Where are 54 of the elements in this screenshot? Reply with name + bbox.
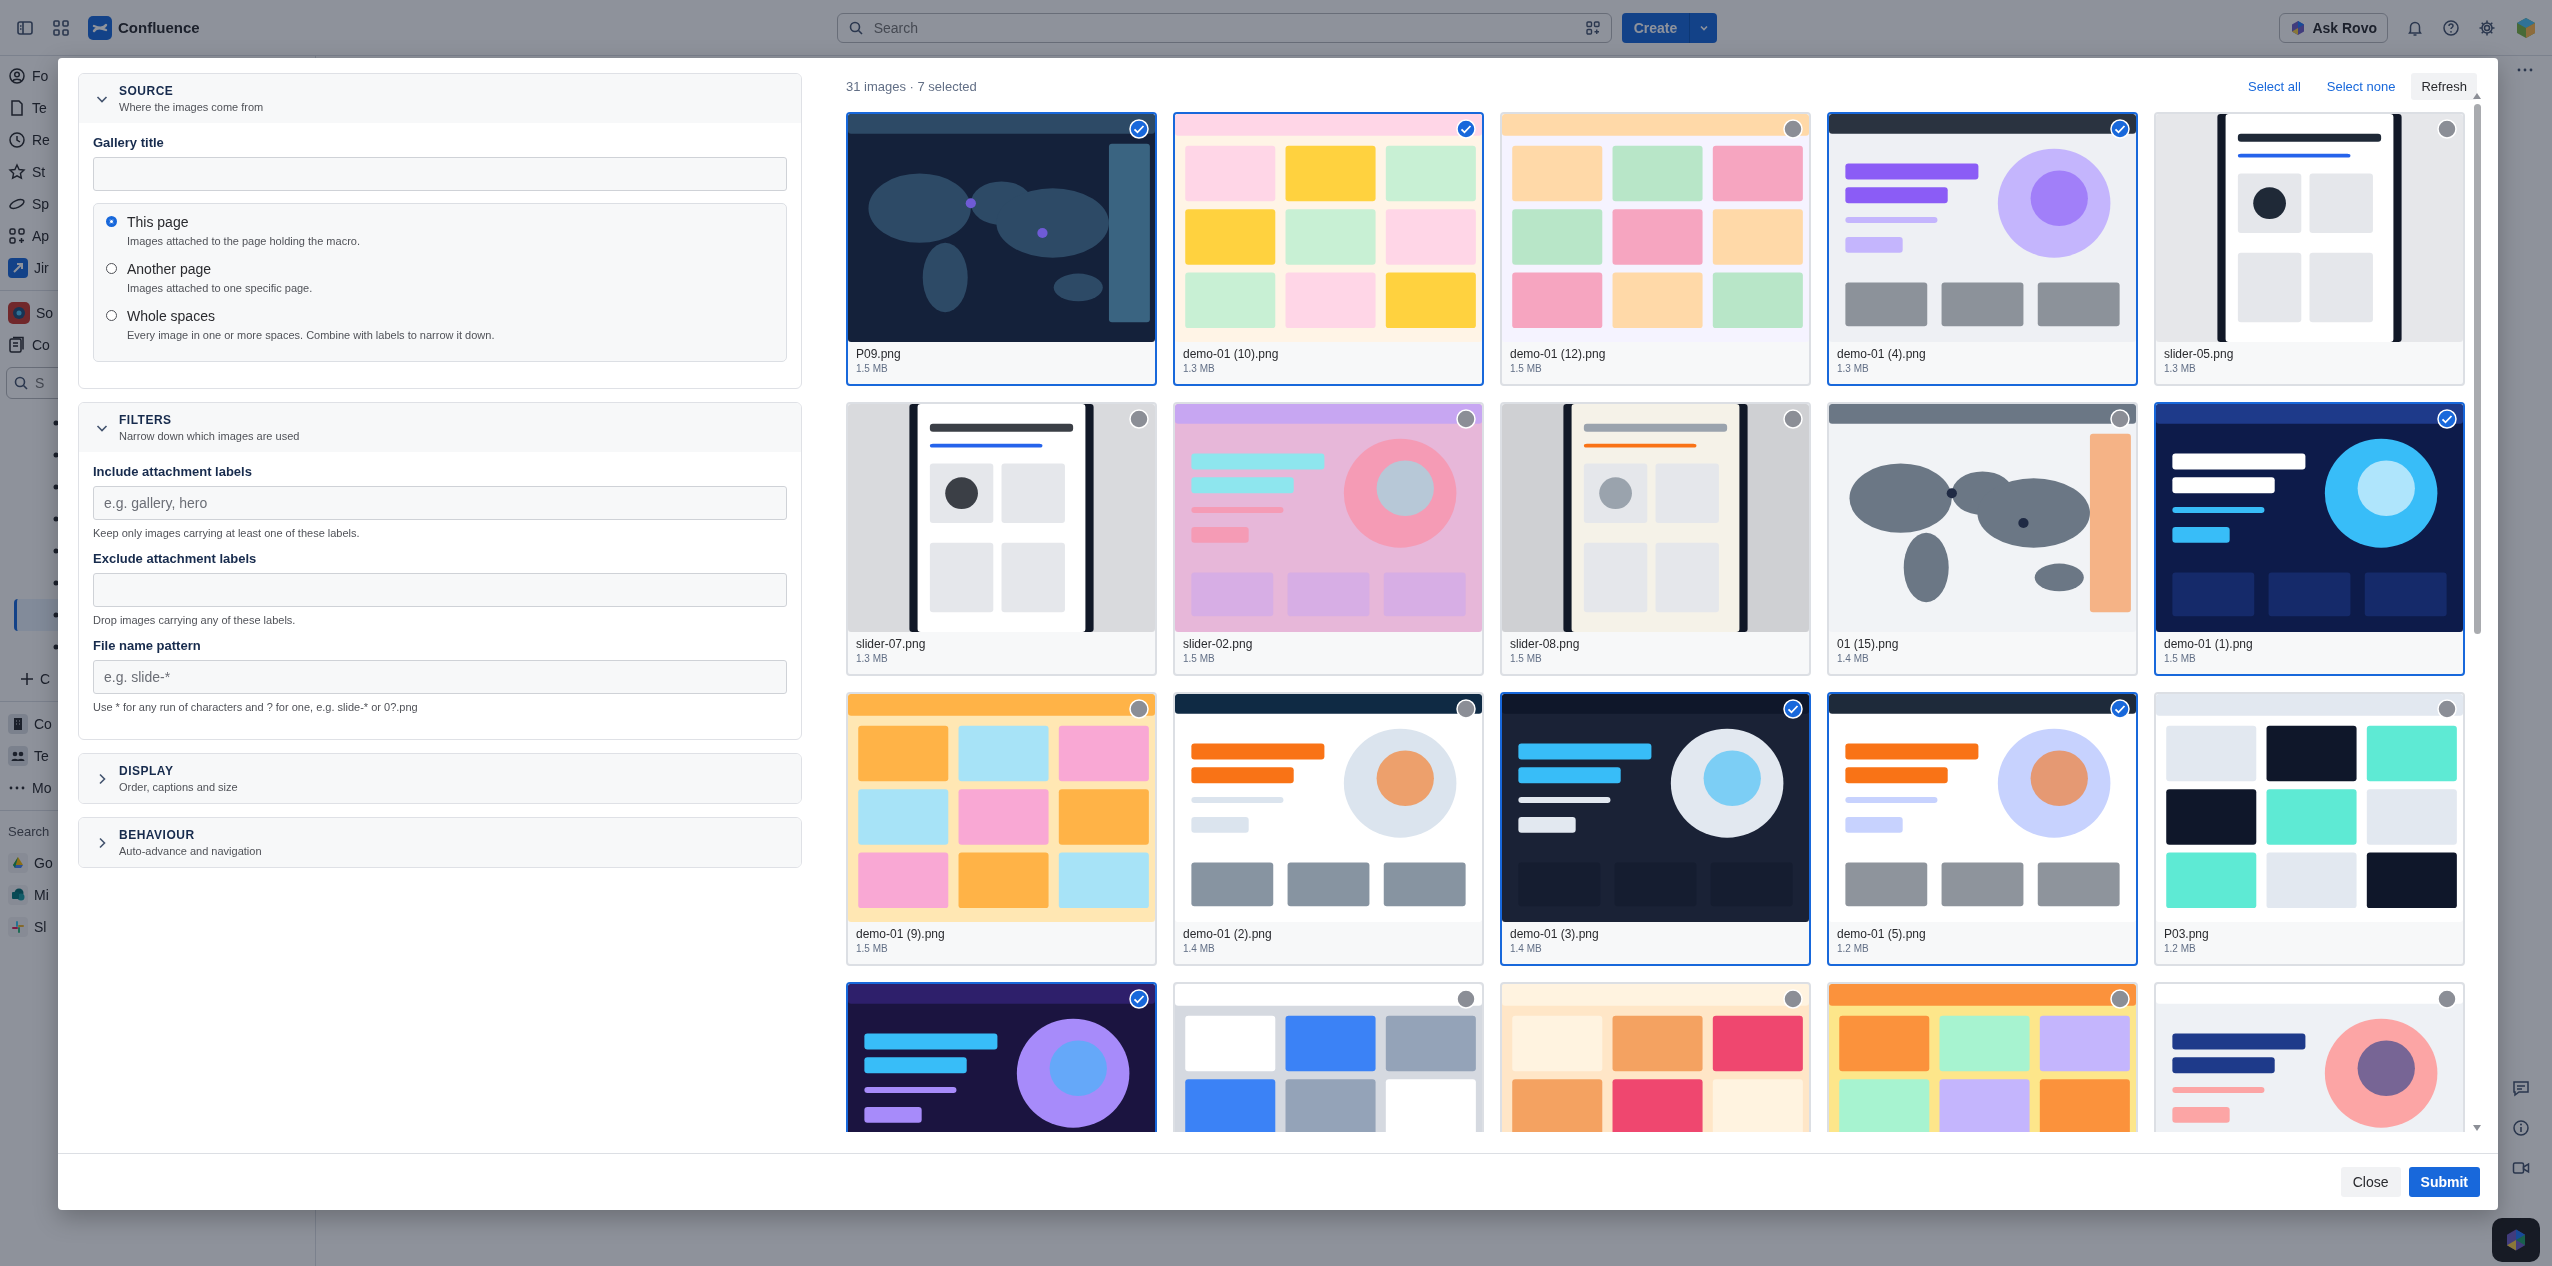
section-title: DISPLAY (119, 764, 175, 778)
file-name: demo-01 (3).png (1510, 927, 1600, 941)
file-size: 1.5 MB (2164, 653, 2197, 664)
help-text: Drop images carrying any of these labels. (93, 614, 297, 626)
option-description: Images attached to the page holding the macro. (127, 235, 360, 247)
file-name: demo-01 (2).png (1183, 927, 1273, 941)
file-name: slider-02.png (1183, 637, 1254, 651)
field-label: File name pattern (93, 638, 202, 653)
selection-summary: 31 images · 7 selected (846, 78, 977, 94)
file-size: 1.4 MB (1510, 943, 1543, 954)
file-size: 1.4 MB (1837, 653, 1870, 664)
section-subtitle: Auto-advance and navigation (119, 845, 262, 857)
help-text: Use * for any run of characters and ? for one, e.g. slide-* or 0?.png (93, 701, 419, 713)
file-name: demo-01 (4).png (1837, 347, 1927, 361)
file-name: P09.png (856, 347, 902, 361)
file-size: 1.4 MB (1183, 943, 1216, 954)
file-size: 1.5 MB (1183, 653, 1216, 664)
option-description: Every image in one or more spaces. Combine with labels to narrow it down. (127, 329, 495, 341)
file-name: slider-05.png (2164, 347, 2235, 361)
section-subtitle: Order, captions and size (119, 781, 238, 793)
option-label: Another page (127, 261, 213, 277)
option-label: This page (127, 214, 190, 230)
file-name: demo-01 (10).png (1183, 347, 1280, 361)
file-size: 1.5 MB (1510, 653, 1543, 664)
section-title: BEHAVIOUR (119, 828, 196, 842)
file-size: 1.2 MB (2164, 943, 2197, 954)
section-subtitle: Narrow down which images are used (119, 430, 300, 442)
file-size: 1.2 MB (1837, 943, 1870, 954)
file-name: demo-01 (1).png (2164, 637, 2254, 651)
file-name: demo-01 (9).png (856, 927, 946, 941)
option-description: Images attached to one specific page. (127, 282, 313, 294)
file-size: 1.5 MB (856, 943, 889, 954)
help-text: Keep only images carrying at least one of these labels. (93, 527, 361, 539)
file-name: demo-01 (12).png (1510, 347, 1607, 361)
file-name: demo-01 (5).png (1837, 927, 1927, 941)
section-title: FILTERS (119, 413, 173, 427)
sidebar-heading: Search (7, 823, 50, 841)
file-name: slider-07.png (856, 637, 927, 651)
file-size: 1.3 MB (856, 653, 889, 664)
file-size: 1.3 MB (2164, 363, 2197, 374)
field-label: Exclude attachment labels (93, 551, 258, 566)
option-label: Whole spaces (127, 308, 216, 324)
file-size: 1.3 MB (1837, 363, 1870, 374)
file-name: P03.png (2164, 927, 2210, 941)
field-label: Include attachment labels (93, 464, 253, 479)
field-label: Gallery title (93, 135, 165, 150)
file-name: slider-08.png (1510, 637, 1581, 651)
file-size: 1.3 MB (1183, 363, 1216, 374)
product-name: Confluence (118, 19, 200, 36)
file-size: 1.5 MB (856, 363, 889, 374)
file-size: 1.5 MB (1510, 363, 1543, 374)
section-title: SOURCE (119, 84, 175, 98)
section-subtitle: Where the images come from (119, 101, 264, 113)
file-name: 01 (15).png (1837, 637, 1900, 651)
